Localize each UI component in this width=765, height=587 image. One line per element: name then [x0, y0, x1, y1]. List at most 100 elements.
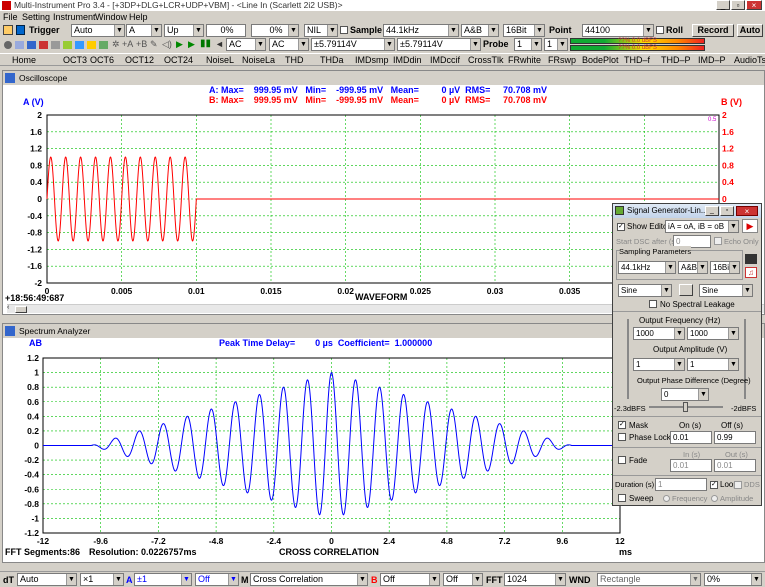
dots-icon[interactable] — [75, 41, 84, 49]
no-spectral-leakage-checkbox[interactable] — [649, 300, 657, 308]
tab-thda[interactable]: THDa — [320, 55, 344, 66]
nil-select[interactable]: NIL ▼ — [304, 24, 338, 37]
tab-imdsmp[interactable]: IMDsmp — [355, 55, 389, 66]
sample-checkbox[interactable] — [340, 26, 348, 34]
show-editor-checkbox[interactable]: ✓ — [617, 223, 625, 231]
channel-b-scale-select[interactable]: Off ▼ — [380, 573, 440, 586]
tab-oct3[interactable]: OCT3 — [63, 55, 87, 66]
wave-b-select[interactable]: Sine ▼ — [699, 284, 753, 297]
tab-imd-p[interactable]: IMD–P — [698, 55, 726, 66]
trigger-level-b-field[interactable]: 0% ▼ — [251, 24, 299, 37]
folder-icon[interactable] — [87, 41, 96, 49]
mask-on-field[interactable]: 0.01 — [670, 431, 712, 444]
trigger-level-a-field[interactable]: 0% — [206, 24, 246, 37]
add-a-icon[interactable]: +A — [122, 39, 133, 50]
tab-audiotst[interactable]: AudioTst — [734, 55, 765, 66]
channel-a-offset-select[interactable]: Off ▼ — [195, 573, 239, 586]
tab-frwhite[interactable]: FRwhite — [508, 55, 541, 66]
gen-save-icon[interactable] — [745, 254, 757, 264]
range-b-select[interactable]: ±5.79114V ▼ — [397, 38, 481, 51]
record-button[interactable]: Record — [692, 24, 734, 37]
fade-out-field[interactable]: 0.01 — [714, 459, 756, 472]
freq-a-field[interactable]: 1000 ▼ — [633, 327, 685, 340]
tab-imddin[interactable]: IMDdin — [393, 55, 422, 66]
echo-only-checkbox[interactable] — [714, 237, 722, 245]
gen-music-icon[interactable]: ♫ — [745, 267, 757, 278]
math-function-select[interactable]: Cross Correlation ▼ — [250, 573, 368, 586]
channel-a-scale-select[interactable]: ±1 ▼ — [134, 573, 192, 586]
tab-crosstlk[interactable]: CrossTlk — [468, 55, 504, 66]
scroll-thumb[interactable] — [15, 306, 27, 313]
save-icon[interactable] — [16, 25, 25, 35]
freq-b-field[interactable]: 1000 ▼ — [687, 327, 739, 340]
overlap-select[interactable]: 0% ▼ — [704, 573, 762, 586]
coupling-b-select[interactable]: AC ▼ — [269, 38, 309, 51]
range-a-select[interactable]: ±5.79114V ▼ — [311, 38, 395, 51]
tab-oct6[interactable]: OCT6 — [90, 55, 114, 66]
tab-thd[interactable]: THD — [285, 55, 304, 66]
menu-instrument[interactable]: Instrument — [53, 12, 96, 23]
tab-imdccif[interactable]: IMDccif — [430, 55, 460, 66]
tab-frswp[interactable]: FRswp — [548, 55, 576, 66]
scroll-left-icon[interactable]: ‹ — [7, 304, 9, 311]
phase-field[interactable]: 0 ▼ — [661, 388, 709, 401]
fade-in-field[interactable]: 0.01 — [670, 459, 712, 472]
menu-setting[interactable]: Setting — [22, 12, 50, 23]
slider-b-track[interactable] — [744, 319, 746, 399]
minimize-button[interactable]: _ — [716, 0, 730, 10]
chart-icon[interactable] — [27, 41, 36, 49]
loop-checkbox[interactable]: ✓ — [710, 481, 718, 489]
stop-icon[interactable] — [4, 41, 12, 49]
tab-oct12[interactable]: OCT12 — [125, 55, 154, 66]
trigger-channel-select[interactable]: A ▼ — [126, 24, 162, 37]
tab-bodeplot[interactable]: BodePlot — [582, 55, 619, 66]
tab-noisel[interactable]: NoiseL — [206, 55, 234, 66]
phase-lock-checkbox[interactable] — [618, 433, 626, 441]
window-function-select[interactable]: Rectangle ▼ — [597, 573, 701, 586]
probe-a-select[interactable]: 1 ▼ — [514, 38, 542, 51]
coupling-a-select[interactable]: AC ▼ — [226, 38, 266, 51]
link-button[interactable] — [679, 284, 693, 296]
sweep-checkbox[interactable] — [618, 494, 626, 502]
menu-window[interactable]: Window — [95, 12, 127, 23]
bits-select[interactable]: 16Bit ▼ — [503, 24, 545, 37]
siggen-maximize-button[interactable]: ▫ — [720, 206, 734, 216]
input-icon[interactable]: ◄ — [215, 39, 224, 50]
menu-help[interactable]: Help — [129, 12, 148, 23]
sample-rate-select[interactable]: 44.1kHz ▼ — [383, 24, 459, 37]
tab-oct24[interactable]: OCT24 — [164, 55, 193, 66]
close-button[interactable]: × — [746, 0, 762, 10]
probe-b-select[interactable]: 1 ▼ — [544, 38, 568, 51]
roll-checkbox[interactable] — [656, 26, 664, 34]
add-b-icon[interactable]: +B — [136, 39, 147, 50]
fft-size-select[interactable]: 1024 ▼ — [504, 573, 566, 586]
tab-thd-p[interactable]: THD–P — [661, 55, 691, 66]
network-icon[interactable] — [99, 41, 108, 49]
grid-icon[interactable] — [15, 41, 24, 49]
freeze-icon[interactable]: ✲ — [112, 39, 120, 50]
gen-bits-select[interactable]: 16Bit ▼ — [710, 261, 740, 274]
siggen-close-button[interactable]: × — [736, 206, 758, 216]
fade-checkbox[interactable] — [618, 456, 626, 464]
trigger-edge-select[interactable]: Up ▼ — [164, 24, 204, 37]
amp-a-field[interactable]: 1 ▼ — [633, 358, 685, 371]
tab-home[interactable]: Home — [12, 55, 36, 66]
amp-b-field[interactable]: 1 ▼ — [687, 358, 739, 371]
trigger-mode-select[interactable]: Auto ▼ — [71, 24, 125, 37]
mask-off-field[interactable]: 0.99 — [714, 431, 756, 444]
time-mult-select[interactable]: ×1 ▼ — [80, 573, 124, 586]
amplitude-radio[interactable] — [711, 495, 718, 502]
tools-icon[interactable]: ✎ — [150, 39, 158, 50]
pattern-icon[interactable] — [63, 41, 72, 49]
channel-b-offset-select[interactable]: Off ▼ — [443, 573, 483, 586]
siggen-minimize-button[interactable]: _ — [705, 206, 719, 216]
tab-noisela[interactable]: NoiseLa — [242, 55, 275, 66]
dds-checkbox[interactable] — [734, 481, 742, 489]
bars-icon[interactable] — [39, 41, 48, 49]
gen-sample-rate-select[interactable]: 44.1kHz ▼ — [618, 261, 676, 274]
play-step-icon[interactable]: ▶ — [188, 39, 195, 50]
wave-a-select[interactable]: Sine ▼ — [618, 284, 672, 297]
duration-field[interactable]: 1 — [655, 478, 707, 491]
tab-thd-f[interactable]: THD–f — [624, 55, 650, 66]
sound-icon[interactable]: ◁) — [162, 39, 172, 50]
